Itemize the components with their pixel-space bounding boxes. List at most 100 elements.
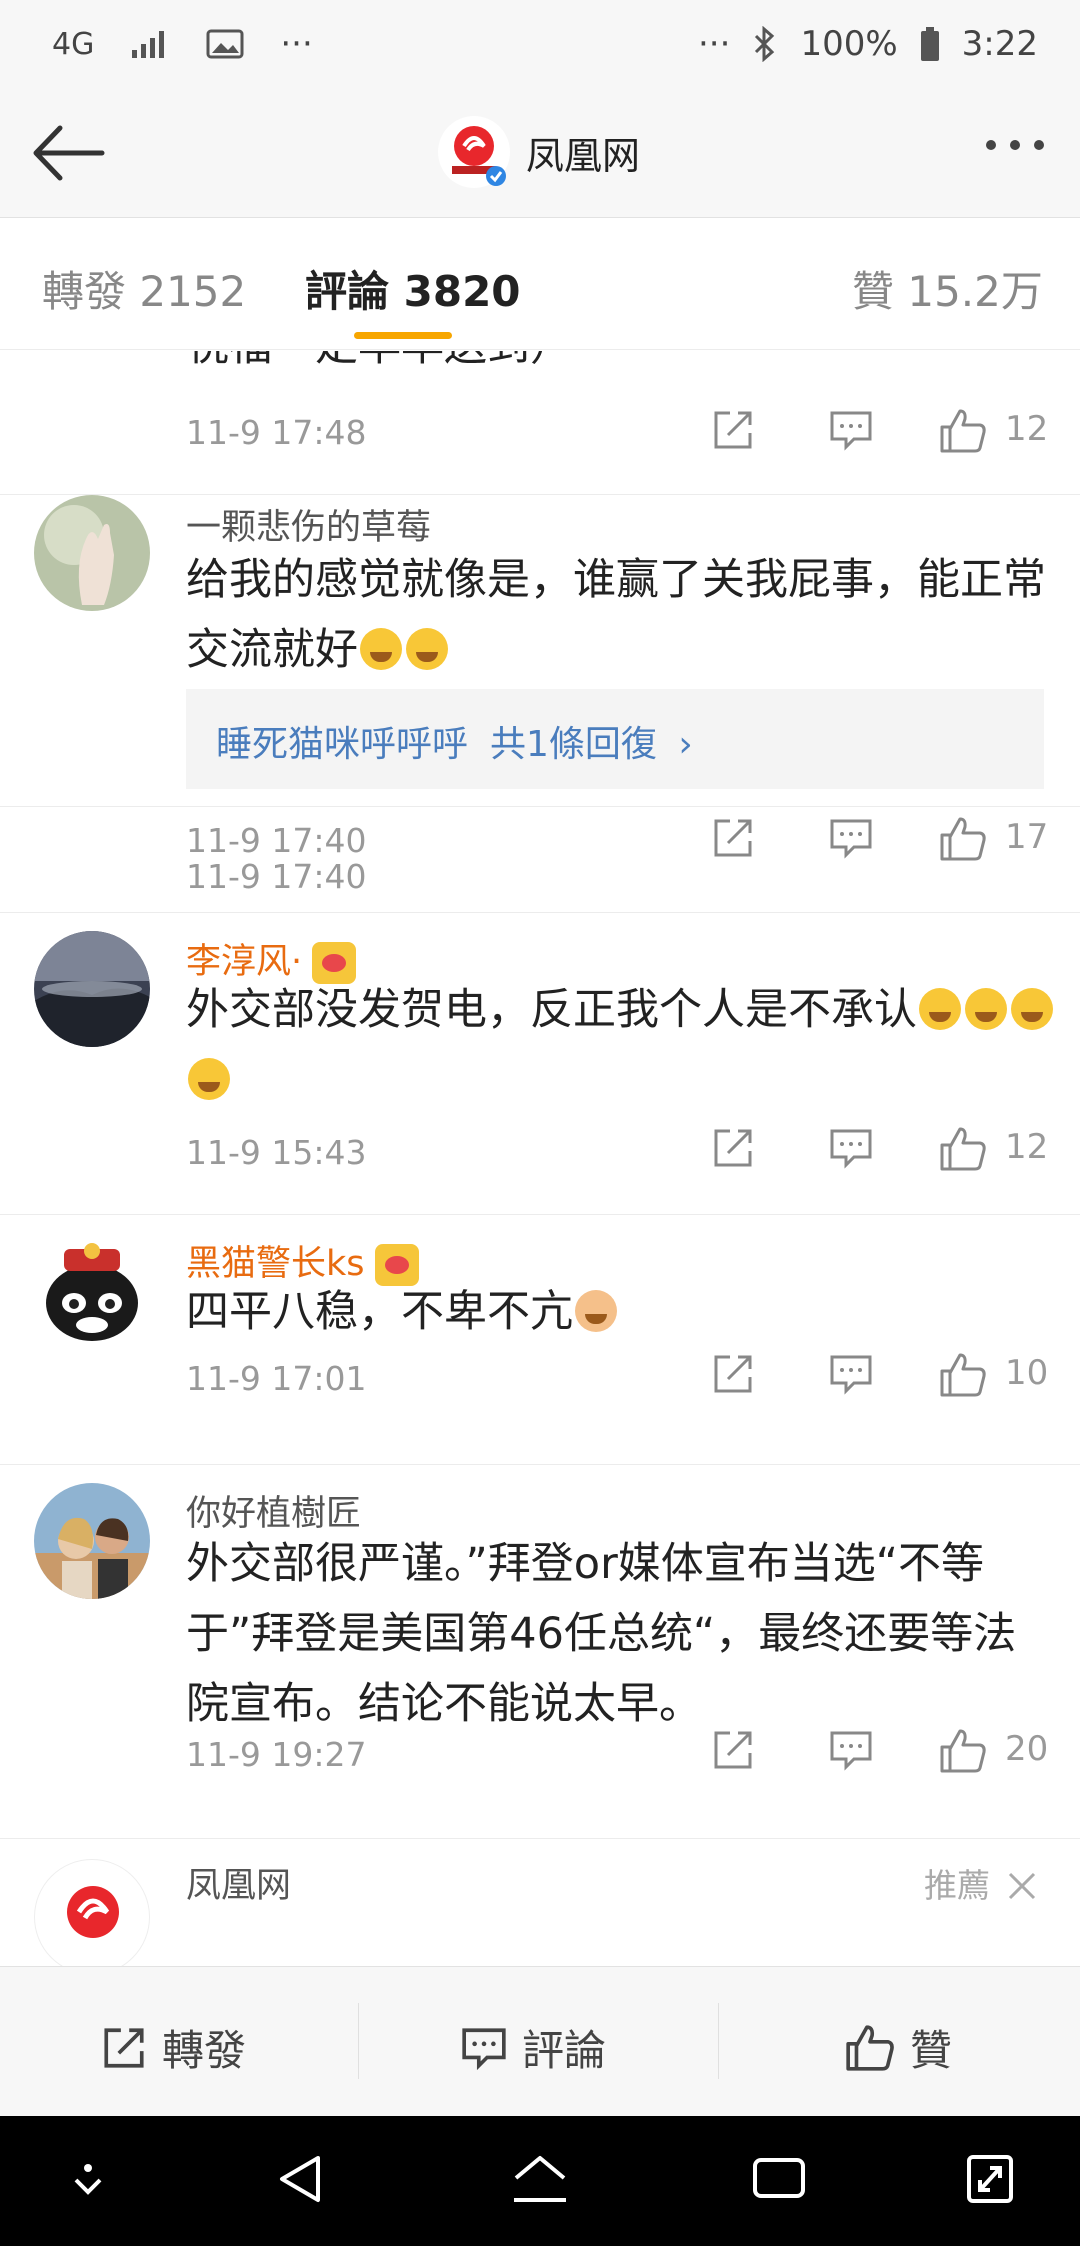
avatar[interactable] (34, 495, 150, 611)
comment-actions: 10 (710, 1351, 1050, 1401)
like-icon[interactable] (938, 815, 988, 863)
tab-reposts[interactable]: 轉發 2152 (42, 258, 246, 319)
comment-text: 祝福一定早早送到） (186, 351, 1056, 381)
comment-actions: 20 (710, 1727, 1050, 1777)
comment-button[interactable]: 評論 (460, 2017, 606, 2078)
like-count: 20 (1005, 1729, 1049, 1769)
reply-icon[interactable] (828, 1351, 874, 1397)
recommend-label-wrap: 推薦 (924, 1859, 1037, 1907)
share-icon[interactable] (710, 1351, 756, 1397)
reply-icon[interactable] (828, 1727, 874, 1773)
reply-icon[interactable] (828, 815, 874, 861)
tab-likes[interactable]: 贊 15.2万 (852, 258, 1043, 319)
like-button[interactable]: 贊 (844, 2017, 952, 2078)
image-notification-icon (206, 29, 244, 59)
divider (718, 2003, 719, 2079)
home-nav-icon[interactable] (510, 2154, 570, 2206)
like-icon[interactable] (938, 1351, 988, 1399)
comment-actions: 12 (710, 1125, 1050, 1175)
comment-time: 11-9 17:40 (186, 821, 367, 860)
comment-text: 四平八稳，不卑不亢 (186, 1287, 573, 1337)
comment-time: 11-9 19:27 (186, 1735, 367, 1774)
bottom-action-bar: 轉發 評論 贊 (0, 1966, 1080, 2116)
more-status: ··· (698, 24, 731, 64)
tab-comments[interactable]: 評論 3820 (305, 258, 521, 319)
like-icon[interactable] (938, 1125, 988, 1173)
comment-item: 李淳风· 外交部没发贺电，反正我个人是不承认 11-9 15:43 12 (0, 913, 1080, 1215)
page-title: 凤凰网 (526, 133, 641, 178)
comment-text-wrap: 外交部没发贺电，反正我个人是不承认 (186, 975, 1056, 1115)
thumbs-up-emoji (575, 1290, 617, 1332)
account-header[interactable]: 凤凰网 (438, 116, 640, 188)
avatar[interactable] (34, 931, 150, 1047)
like-count: 17 (1005, 817, 1049, 857)
like-label: 贊 (910, 2026, 953, 2075)
comment-item: 一颗悲伤的草莓 给我的感觉就像是，谁赢了关我屁事，能正常交流就好 睡死猫咪呼呼呼… (0, 495, 1080, 896)
comment-text-wrap: 给我的感觉就像是，谁赢了关我屁事，能正常交流就好 (186, 545, 1056, 685)
like-count: 10 (1005, 1353, 1049, 1393)
like-icon[interactable] (938, 1727, 988, 1775)
close-icon[interactable] (1007, 1871, 1037, 1901)
commenter-name[interactable]: 一颗悲伤的草莓 (186, 499, 431, 550)
reply-icon[interactable] (828, 1125, 874, 1171)
hug-emoji (965, 988, 1007, 1030)
laugh-cry-emoji (406, 628, 448, 670)
fullscreen-icon[interactable] (966, 2154, 1014, 2204)
commenter-name[interactable]: 凤凰网 (186, 1857, 291, 1908)
laugh-cry-emoji (919, 988, 961, 1030)
share-icon[interactable] (710, 1125, 756, 1171)
recent-apps-icon[interactable] (752, 2154, 806, 2202)
comment-time: 11-9 17:48 (186, 413, 367, 452)
system-nav-bar (0, 2116, 1080, 2246)
reply-icon[interactable] (828, 407, 874, 453)
like-count: 12 (1005, 1127, 1049, 1167)
reply-count: 共1條回復 (490, 724, 657, 765)
comment-time: 11-9 15:43 (186, 1133, 367, 1172)
hug-emoji (1011, 988, 1053, 1030)
network-indicator: 4G (52, 26, 95, 62)
avatar[interactable] (34, 1859, 150, 1966)
ifeng-logo (438, 116, 510, 188)
like-icon (846, 2024, 894, 2071)
top-nav-bar: 凤凰网 (0, 90, 1080, 218)
share-icon[interactable] (710, 1727, 756, 1773)
avatar[interactable] (34, 1483, 150, 1599)
share-icon[interactable] (710, 407, 756, 453)
status-bar: 4G ··· ··· 100% 3:22 (0, 0, 1080, 90)
like-count: 12 (1005, 409, 1049, 449)
more-notifications: ··· (280, 24, 313, 64)
repost-button[interactable]: 轉發 (100, 2017, 246, 2078)
reply-preview[interactable]: 睡死猫咪呼呼呼 共1條回復 › (186, 689, 1044, 789)
battery-icon (920, 27, 939, 61)
comment-item: 你好植樹匠 外交部很严谨。”拜登or媒体宣布当选“不等于”拜登是美国第46任总统… (0, 1465, 1080, 1839)
repost-label: 轉發 (162, 2026, 247, 2075)
share-icon[interactable] (710, 815, 756, 861)
comment-text: 外交部很严谨。”拜登or媒体宣布当选“不等于”拜登是美国第46任总统“，最终还要… (186, 1539, 1017, 1729)
comment-item: 黑猫警长ks 四平八稳，不卑不亢 11-9 17:01 10 (0, 1215, 1080, 1465)
more-options-icon[interactable] (986, 140, 1044, 150)
comment-item: 祝福一定早早送到） 11-9 17:48 12 (0, 351, 1080, 495)
comment-time: 11-9 17:01 (186, 1359, 367, 1398)
comment-actions: 17 (710, 815, 1050, 865)
back-arrow-icon[interactable] (30, 120, 106, 186)
comment-label: 評論 (522, 2026, 607, 2075)
hide-keyboard-icon[interactable] (68, 2160, 108, 2200)
reply-user: 睡死猫咪呼呼呼 (216, 724, 469, 765)
comment-icon (462, 2027, 506, 2070)
active-tab-indicator (354, 332, 452, 339)
divider (358, 2003, 359, 2079)
comment-list[interactable]: 祝福一定早早送到） 11-9 17:48 12 一颗悲伤的草莓 给我的感觉就像是… (0, 351, 1080, 1966)
back-nav-icon[interactable] (278, 2154, 324, 2204)
tab-bar: 轉發 2152 評論 3820 贊 15.2万 (0, 218, 1080, 350)
comment-item-footer: 11-9 17:40 17 (0, 807, 1080, 913)
laugh-cry-emoji (360, 628, 402, 670)
signal-icon (132, 31, 165, 58)
like-icon[interactable] (938, 407, 988, 455)
avatar[interactable] (34, 1233, 150, 1349)
comment-actions: 12 (710, 407, 1050, 457)
comment-text-wrap: 四平八稳，不卑不亢 (186, 1277, 1056, 1347)
comment-text: 外交部没发贺电，反正我个人是不承认 (186, 985, 917, 1035)
comment-text: 给我的感觉就像是，谁赢了关我屁事，能正常交流就好 (186, 555, 1046, 675)
recommended-item: 凤凰网 推薦 (0, 1839, 1080, 1966)
recommend-label: 推薦 (924, 1866, 990, 1905)
